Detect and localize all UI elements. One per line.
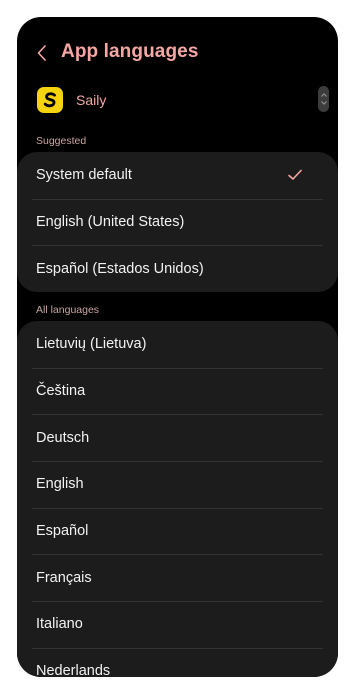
language-item-english[interactable]: English (17, 461, 338, 508)
app-languages-screen: App languages Saily Suggested System def… (17, 17, 338, 677)
language-label: Čeština (36, 383, 86, 400)
language-item-lietuviu[interactable]: Lietuvių (Lietuva) (17, 321, 338, 368)
language-label: Nederlands (36, 663, 111, 677)
language-item-cestina[interactable]: Čeština (17, 367, 338, 415)
check-icon (288, 169, 302, 180)
language-label: Español (36, 523, 89, 540)
app-info: Saily (17, 83, 338, 117)
suggested-languages-card: System default English (United States) E… (17, 152, 338, 292)
language-label: Italiano (36, 616, 83, 633)
language-item-nederlands[interactable]: Nederlands (17, 647, 338, 677)
section-header-suggested: Suggested (36, 135, 87, 147)
language-item-deutsch[interactable]: Deutsch (17, 414, 338, 461)
all-languages-card: Lietuvių (Lietuva) Čeština Deutsch Engli… (17, 321, 338, 677)
language-label: Lietuvių (Lietuva) (36, 336, 147, 353)
language-item-francais[interactable]: Français (17, 554, 338, 601)
app-name: Saily (76, 92, 107, 108)
section-header-all-languages: All languages (36, 304, 100, 316)
saily-logo (37, 87, 63, 113)
language-item-espanol[interactable]: Español (17, 507, 338, 555)
language-label: English (36, 476, 84, 493)
language-label: Deutsch (36, 429, 90, 446)
language-item-italiano[interactable]: Italiano (17, 601, 338, 648)
fast-scroll-handle[interactable] (318, 86, 329, 112)
language-label: System default (36, 167, 132, 184)
language-label: Français (36, 569, 92, 586)
page-title: App languages (61, 41, 199, 62)
language-item-espanol-eeuu[interactable]: Español (Estados Unidos) (17, 245, 338, 292)
language-item-system-default[interactable]: System default (17, 152, 338, 199)
header: App languages (17, 17, 338, 89)
language-label: Español (Estados Unidos) (36, 260, 204, 277)
language-item-english-us[interactable]: English (United States) (17, 198, 338, 246)
back-icon[interactable] (32, 42, 52, 64)
language-label: English (United States) (36, 214, 185, 231)
